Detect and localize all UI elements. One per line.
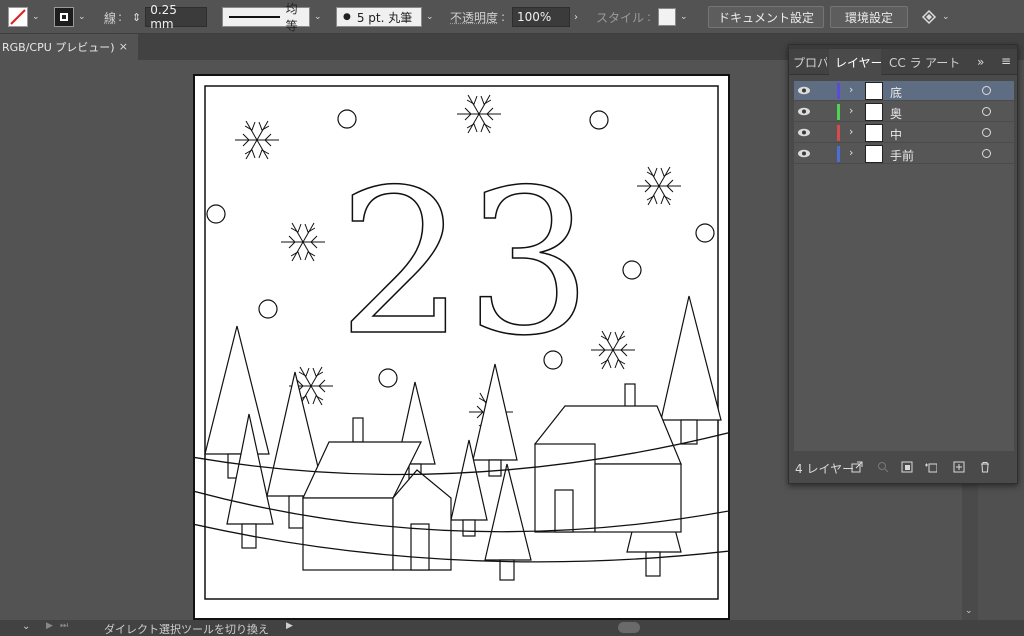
new-layer-icon[interactable] [953, 461, 965, 473]
brush-select[interactable]: ● 5 pt. 丸筆 [336, 7, 422, 27]
style-label: スタイル [596, 10, 645, 25]
chevron-right-icon[interactable]: › [849, 125, 853, 138]
status-bar: ⌄ ▶ ⏭ ダイレクト選択ツールを切り換え ▶ [0, 620, 1024, 636]
fill-swatch[interactable]: ⌄ [8, 6, 40, 28]
layer-color-indicator [837, 83, 840, 99]
layer-name[interactable]: 底 [890, 84, 902, 101]
layer-color-indicator [837, 125, 840, 141]
close-icon[interactable]: × [119, 40, 128, 53]
artboard[interactable]: 23 [193, 74, 730, 620]
layer-name[interactable]: 手前 [890, 147, 914, 164]
stroke-label: 線 [104, 10, 117, 25]
arrange-documents-icon[interactable] [920, 8, 938, 26]
panel-tabs: プロパ レイヤー CC ラ アート » ≡ [789, 49, 1017, 75]
target-circle-icon[interactable] [982, 128, 991, 137]
export-icon[interactable] [851, 461, 863, 473]
target-circle-icon[interactable] [982, 86, 991, 95]
no-fill-icon [8, 7, 28, 27]
chevron-down-icon[interactable]: ⌄ [78, 12, 86, 22]
stroke-swatch[interactable]: ⌄ [54, 6, 86, 28]
visibility-eye-icon[interactable] [798, 149, 810, 158]
target-circle-icon[interactable] [982, 149, 991, 158]
layer-thumbnail [865, 124, 883, 142]
chevron-down-icon[interactable]: ⌄ [314, 12, 322, 22]
double-chevron-icon[interactable]: » [977, 55, 984, 69]
menu-icon[interactable]: ≡ [1001, 54, 1011, 68]
chevron-right-icon[interactable]: › [849, 83, 853, 96]
chevron-right-icon[interactable]: › [574, 12, 578, 23]
layer-thumbnail [865, 103, 883, 121]
tool-hint: ダイレクト選択ツールを切り換え [104, 623, 269, 636]
visibility-eye-icon[interactable] [798, 128, 810, 137]
chevron-down-icon[interactable]: ⌄ [426, 12, 434, 22]
visibility-eye-icon[interactable] [798, 107, 810, 116]
chevron-down-icon[interactable]: ⌄ [680, 12, 688, 22]
opacity-field[interactable]: 100% [512, 7, 570, 27]
layer-row[interactable]: › 奥 [794, 102, 1014, 122]
layer-row[interactable]: › 底 [794, 81, 1014, 101]
profile-label: 均等 [285, 2, 298, 33]
tab-cc-libraries[interactable]: CC ラ [889, 49, 921, 75]
graphic-style-swatch[interactable] [658, 8, 676, 26]
layer-color-indicator [837, 146, 840, 162]
tab-artboards[interactable]: アート [925, 49, 959, 75]
visibility-eye-icon[interactable] [798, 86, 810, 95]
layer-name[interactable]: 奥 [890, 105, 902, 122]
preferences-button[interactable]: 環境設定 [830, 6, 908, 28]
chevron-right-icon[interactable]: › [849, 146, 853, 159]
clipping-mask-icon[interactable] [901, 461, 913, 473]
layer-name[interactable]: 中 [890, 126, 902, 143]
layer-row[interactable]: › 手前 [794, 144, 1014, 164]
horizontal-scroll-thumb[interactable] [618, 622, 640, 633]
brush-label: 5 pt. 丸筆 [356, 10, 413, 25]
illustrator-window: ⌄ ⌄ 線 : ⇕ 0.25 mm 均等 ⌄ ● 5 pt. 丸筆 ⌄ 不透明度… [0, 0, 1024, 636]
search-icon[interactable] [877, 461, 889, 473]
tab-layers[interactable]: レイヤー [829, 49, 881, 75]
chevron-down-icon[interactable]: ⌄ [22, 621, 30, 632]
layer-thumbnail [865, 82, 883, 100]
skip-end-icon[interactable]: ⏭ [60, 621, 68, 631]
layer-row[interactable]: › 中 [794, 123, 1014, 143]
stroke-profile-select[interactable]: 均等 [222, 2, 310, 33]
document-tab-title: RGB/CPU プレビュー) [2, 41, 115, 54]
layers-panel: プロパ レイヤー CC ラ アート » ≡ › 底 › 奥 › 中 › 手前 4… [788, 44, 1018, 484]
layer-color-indicator [837, 104, 840, 120]
play-icon[interactable]: ▶ [286, 621, 293, 631]
layer-count: 4 レイヤー [795, 462, 855, 476]
layer-list: › 底 › 奥 › 中 › 手前 [794, 81, 1014, 451]
trash-icon[interactable] [979, 461, 991, 473]
tab-properties[interactable]: プロパ [793, 49, 827, 75]
play-icon[interactable]: ▶ [46, 621, 53, 631]
chevron-down-icon[interactable]: ⌄ [965, 606, 973, 616]
opacity-label: 不透明度 [450, 10, 499, 25]
brush-dot-icon: ● [343, 12, 351, 22]
chevron-down-icon[interactable]: ⌄ [942, 12, 950, 22]
chevron-right-icon[interactable]: › [849, 104, 853, 117]
winter-coloring-artwork: 23 [195, 85, 728, 600]
control-bar: ⌄ ⌄ 線 : ⇕ 0.25 mm 均等 ⌄ ● 5 pt. 丸筆 ⌄ 不透明度… [0, 0, 1024, 34]
layer-thumbnail [865, 145, 883, 163]
new-sublayer-icon[interactable] [925, 461, 937, 473]
document-settings-button[interactable]: ドキュメント設定 [708, 6, 824, 28]
stepper-icon[interactable]: ⇕ [132, 11, 141, 24]
layers-panel-footer: 4 レイヤー [789, 455, 1017, 481]
chevron-down-icon[interactable]: ⌄ [32, 12, 40, 22]
stroke-weight-field[interactable]: 0.25 mm [145, 3, 208, 31]
document-tab[interactable]: RGB/CPU プレビュー) × [0, 34, 138, 60]
stroke-color-icon [54, 7, 74, 27]
day-number: 23 [338, 147, 593, 380]
target-circle-icon[interactable] [982, 107, 991, 116]
